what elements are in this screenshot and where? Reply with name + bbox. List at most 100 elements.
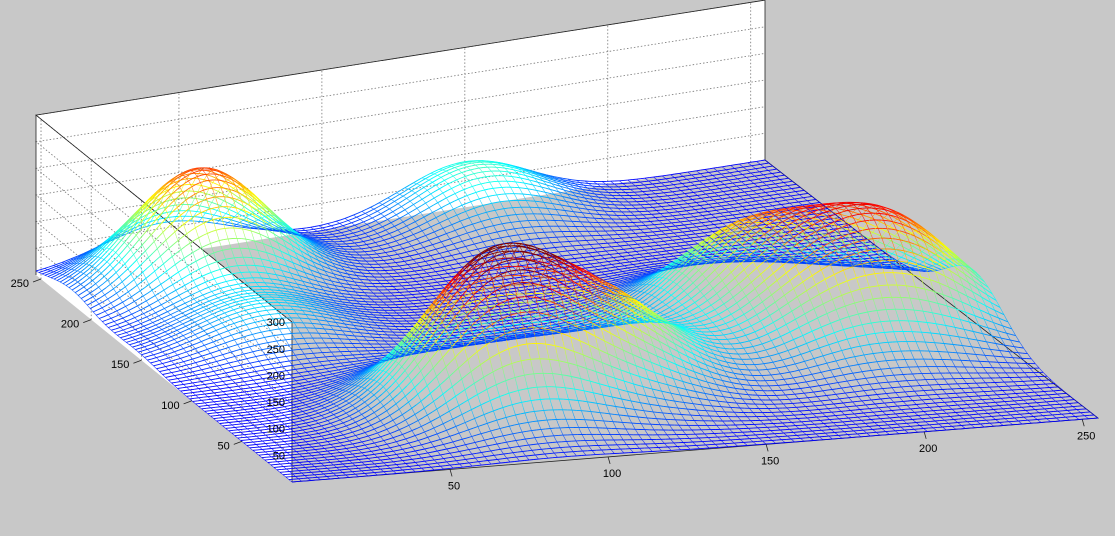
mesh-segment xyxy=(683,207,687,208)
mesh-segment xyxy=(365,232,369,234)
mesh-segment xyxy=(744,191,748,192)
mesh-segment xyxy=(679,229,683,230)
mesh-segment xyxy=(761,196,765,197)
mesh-segment xyxy=(719,220,723,221)
mesh-segment xyxy=(741,188,745,189)
mesh-segment xyxy=(697,226,701,227)
mesh-segment xyxy=(395,224,399,226)
mesh-segment xyxy=(478,248,482,249)
mesh-segment xyxy=(448,217,452,219)
mesh-segment xyxy=(777,205,781,206)
mesh-segment xyxy=(667,227,671,228)
mesh-segment xyxy=(716,185,720,186)
mesh-segment xyxy=(414,254,418,255)
mesh-segment xyxy=(410,255,414,256)
mesh-segment xyxy=(673,236,677,237)
mesh-segment xyxy=(394,250,398,251)
mesh-segment xyxy=(392,241,396,242)
mesh-segment xyxy=(461,212,465,214)
mesh-segment xyxy=(753,194,757,195)
mesh-segment xyxy=(388,237,392,239)
mesh-segment xyxy=(797,216,801,217)
mesh-segment xyxy=(455,229,459,231)
mesh-segment xyxy=(416,243,420,245)
mesh-segment xyxy=(369,235,373,236)
mesh-segment xyxy=(424,215,428,217)
mesh-segment xyxy=(726,173,730,174)
mesh-segment xyxy=(415,249,419,250)
mesh-segment xyxy=(589,253,593,254)
mesh-segment xyxy=(712,182,716,183)
mesh-segment xyxy=(769,199,773,200)
mesh-segment xyxy=(358,226,362,228)
mesh-segment xyxy=(426,256,430,257)
mesh-segment xyxy=(715,189,719,190)
mesh-segment xyxy=(402,226,406,228)
mesh-segment xyxy=(734,204,738,205)
mesh-segment xyxy=(700,173,704,174)
mesh-segment xyxy=(177,198,181,199)
mesh-segment xyxy=(371,243,375,244)
mesh-segment xyxy=(674,208,678,209)
mesh-segment xyxy=(346,227,350,228)
mesh-segment xyxy=(652,187,656,188)
mesh-segment xyxy=(726,169,730,170)
mesh-segment xyxy=(332,237,336,238)
mesh-segment xyxy=(755,172,759,173)
mesh-segment xyxy=(656,238,660,239)
mesh-segment xyxy=(754,179,758,180)
mesh-segment xyxy=(789,206,793,207)
mesh-segment xyxy=(399,265,403,266)
mesh-segment xyxy=(676,194,680,195)
mesh-segment xyxy=(400,238,404,240)
mesh-segment xyxy=(817,224,821,225)
mesh-segment xyxy=(407,268,411,269)
mesh-segment xyxy=(720,213,724,214)
mesh-segment xyxy=(324,235,328,236)
mesh-segment xyxy=(656,186,660,187)
mesh-segment xyxy=(747,202,751,203)
mesh-segment xyxy=(350,229,354,230)
mesh-segment xyxy=(664,192,668,193)
mesh-segment xyxy=(400,243,404,244)
mesh-segment xyxy=(690,237,694,238)
mesh-segment xyxy=(734,207,738,208)
mesh-segment xyxy=(699,180,703,181)
mesh-segment xyxy=(322,230,326,231)
mesh-segment xyxy=(417,237,421,239)
mesh-segment xyxy=(738,171,742,172)
mesh-segment xyxy=(433,237,437,239)
mesh-segment xyxy=(694,216,698,217)
mesh-segment xyxy=(650,246,654,247)
mesh-segment xyxy=(718,199,722,200)
mesh-segment xyxy=(722,202,726,203)
mesh-segment xyxy=(405,256,409,257)
mesh-segment xyxy=(446,232,450,234)
mesh-segment xyxy=(426,234,430,236)
mesh-segment xyxy=(704,208,708,209)
mesh-segment xyxy=(352,236,356,237)
mesh-segment xyxy=(644,181,648,182)
mesh-segment xyxy=(440,270,444,271)
mesh-segment xyxy=(449,244,453,245)
mesh-segment xyxy=(759,175,763,176)
mesh-segment xyxy=(490,218,494,219)
mesh-segment xyxy=(412,245,416,246)
mesh-segment xyxy=(654,177,658,178)
mesh-segment xyxy=(742,177,746,178)
mesh-segment xyxy=(402,252,406,253)
mesh-segment xyxy=(700,229,704,230)
mesh-segment xyxy=(705,225,709,226)
mesh-segment xyxy=(767,177,771,178)
mesh-segment xyxy=(329,231,333,232)
mesh-segment xyxy=(543,243,547,244)
mesh-segment xyxy=(381,253,385,254)
mesh-segment xyxy=(651,239,655,240)
mesh-segment xyxy=(752,165,756,166)
mesh-segment xyxy=(717,178,721,179)
mesh-segment xyxy=(677,191,681,192)
mesh-segment xyxy=(427,272,431,273)
mesh-segment xyxy=(441,240,445,241)
mesh-segment xyxy=(456,253,460,254)
mesh-segment xyxy=(743,166,747,167)
